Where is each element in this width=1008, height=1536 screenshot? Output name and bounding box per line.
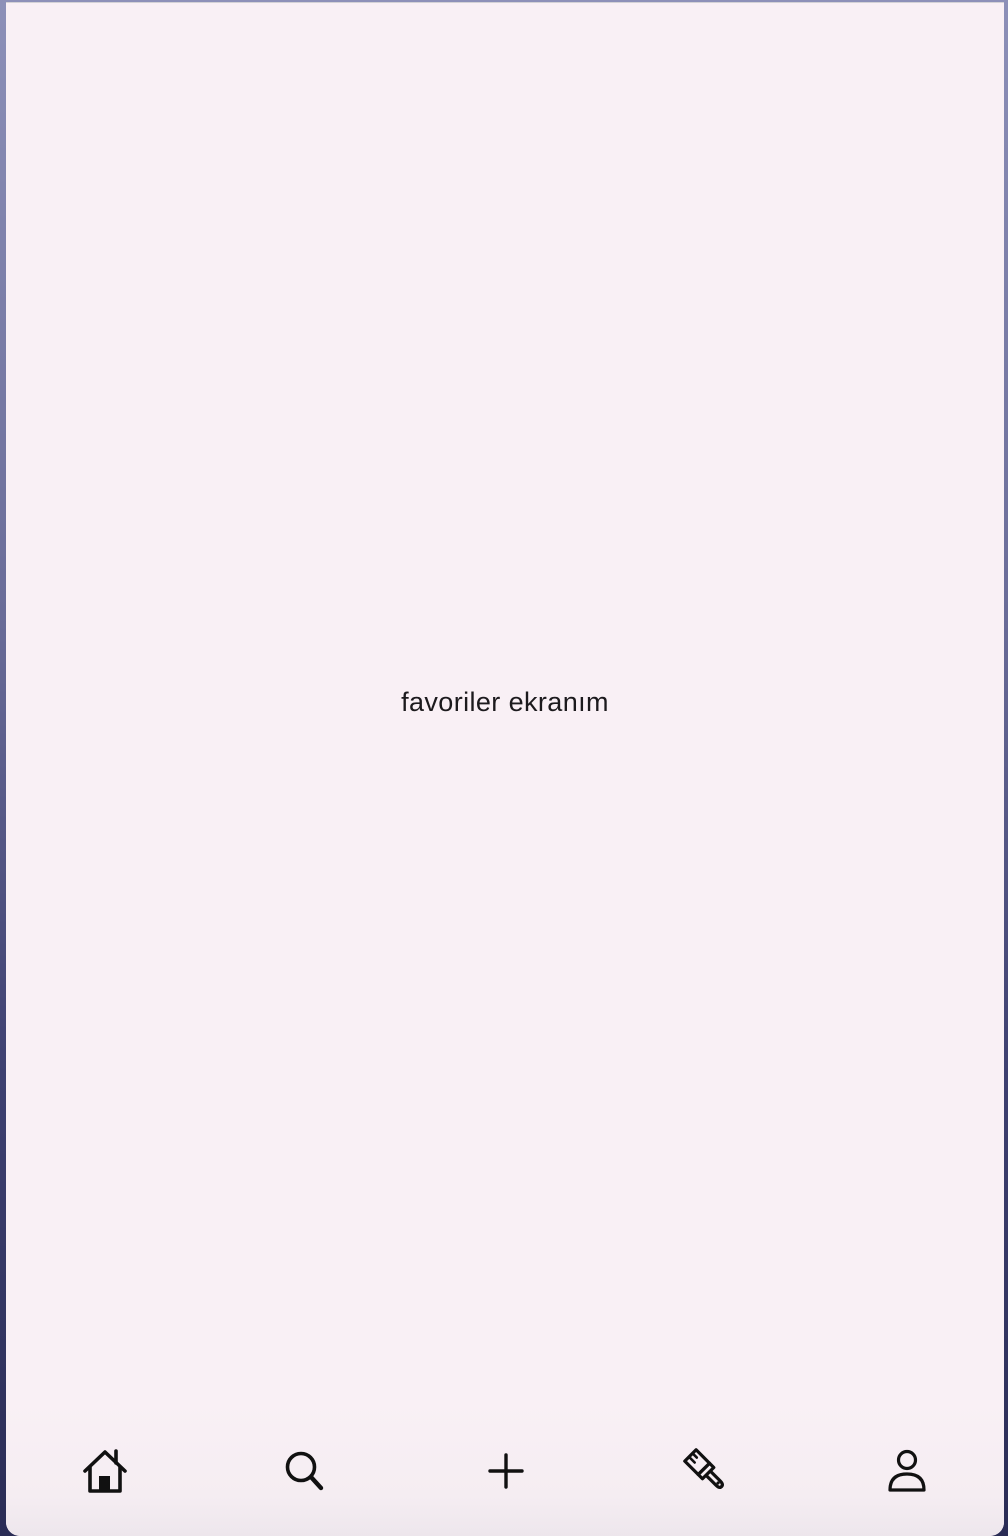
search-icon [285, 1451, 324, 1491]
app-window: favoriler ekranım [6, 2, 1004, 1536]
home-icon [83, 1449, 127, 1493]
nav-item-brush[interactable] [676, 1443, 736, 1499]
bottom-navigation-bar [6, 1403, 1004, 1536]
brush-icon [683, 1448, 724, 1489]
nav-item-add[interactable] [476, 1443, 536, 1499]
nav-item-search[interactable] [275, 1443, 335, 1499]
screen-body: favoriler ekranım [6, 3, 1004, 1403]
person-icon [888, 1449, 926, 1492]
nav-item-profile[interactable] [877, 1443, 937, 1499]
screen-text: favoriler ekranım [401, 687, 609, 717]
nav-item-home[interactable] [75, 1443, 135, 1499]
plus-icon [488, 1453, 524, 1489]
